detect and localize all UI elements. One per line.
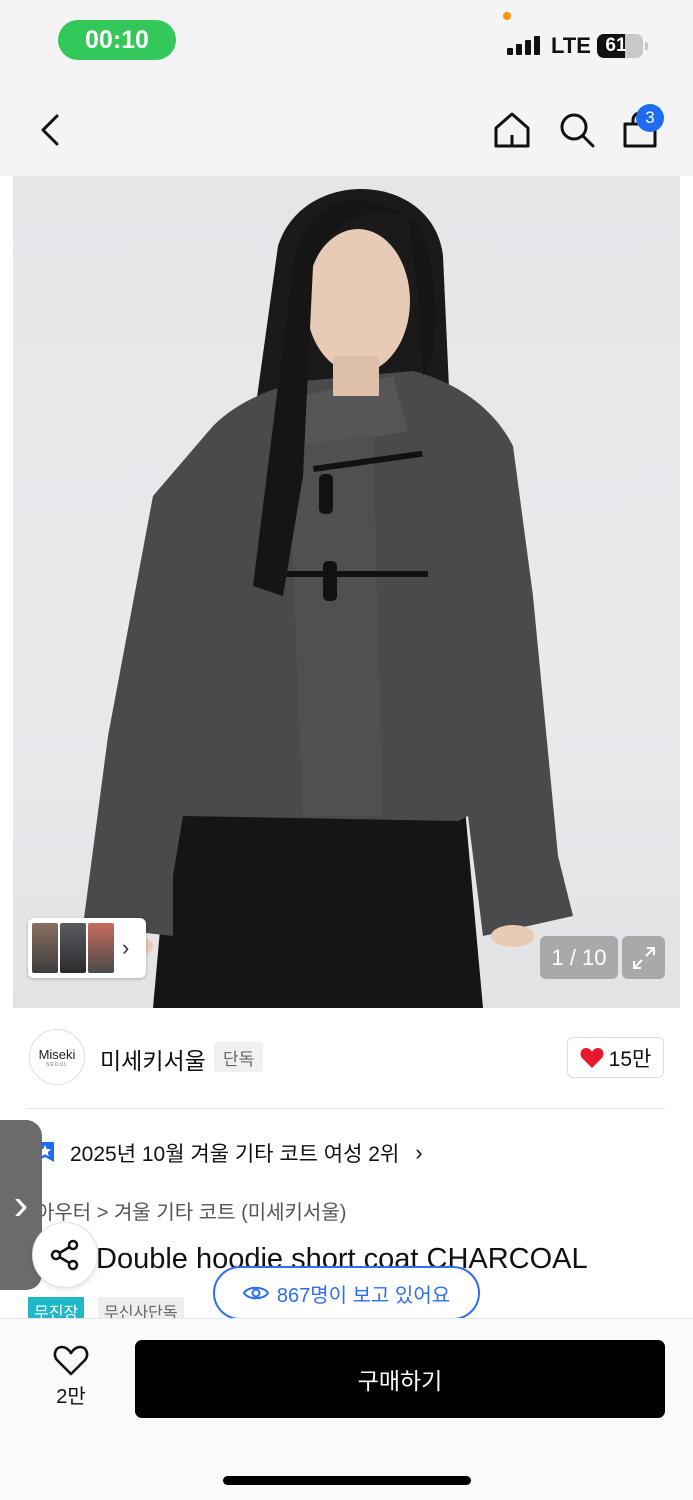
network-type: LTE: [551, 33, 591, 58]
chevron-right-icon: ›: [13, 1180, 29, 1229]
search-icon[interactable]: [555, 108, 599, 152]
home-indicator: [223, 1476, 471, 1485]
brand-like-button[interactable]: 15만: [567, 1037, 664, 1078]
product-image[interactable]: [13, 176, 680, 1008]
eye-icon: [242, 1286, 269, 1300]
privacy-indicator: [503, 12, 511, 20]
status-bar: 00:10 LTE 61: [0, 0, 693, 80]
cart-count-badge: 3: [636, 104, 664, 132]
chevron-right-icon: ›: [415, 1140, 423, 1165]
share-button[interactable]: [32, 1222, 98, 1288]
viewers-count-pill: 867명이 보고 있어요: [213, 1266, 480, 1320]
thumbnail-strip[interactable]: ›: [28, 918, 146, 978]
wishlist-button[interactable]: 2만: [36, 1344, 106, 1409]
image-page-counter: 1 / 10: [540, 936, 618, 979]
thumbnail-1[interactable]: [32, 923, 58, 973]
thumbnail-2[interactable]: [60, 923, 86, 973]
battery-icon: 61: [597, 34, 643, 58]
wishlist-count: 2만: [56, 1386, 86, 1408]
brand-logo[interactable]: Miseki SEOUL: [29, 1029, 85, 1085]
share-icon: [50, 1239, 79, 1271]
brand-logo-subtext: SEOUL: [46, 1061, 68, 1068]
chevron-right-icon[interactable]: ›: [122, 935, 129, 961]
viewers-text: 867명이 보고 있어요: [276, 1284, 451, 1307]
clock: 00:10: [58, 20, 176, 60]
brand-like-count: 15만: [608, 1047, 652, 1071]
ranking-text: 2025년 10월 겨울 기타 코트 여성 2위: [70, 1143, 400, 1166]
heart-filled-icon: [580, 1047, 604, 1068]
thumbnail-3[interactable]: [88, 923, 114, 973]
exclusive-badge: 단독: [214, 1042, 264, 1072]
nav-bar: [0, 80, 693, 176]
heart-icon: [53, 1345, 89, 1376]
brand-logo-text: Miseki: [38, 1046, 76, 1062]
divider: [28, 1108, 665, 1109]
buy-button[interactable]: 구매하기: [135, 1340, 665, 1418]
expand-icon[interactable]: [622, 936, 665, 979]
back-arrow-icon[interactable]: [30, 108, 70, 152]
brand-name[interactable]: 미세키서울: [100, 1042, 206, 1076]
category-breadcrumb[interactable]: 아우터 > 겨울 기타 코트 (미세키서울): [36, 1196, 346, 1225]
battery-cap: [645, 42, 648, 50]
home-icon[interactable]: [490, 108, 534, 152]
ranking-link[interactable]: 2025년 10월 겨울 기타 코트 여성 2위 ›: [32, 1138, 423, 1168]
battery-level: 61: [605, 35, 627, 56]
signal-strength-icon: [507, 36, 540, 55]
